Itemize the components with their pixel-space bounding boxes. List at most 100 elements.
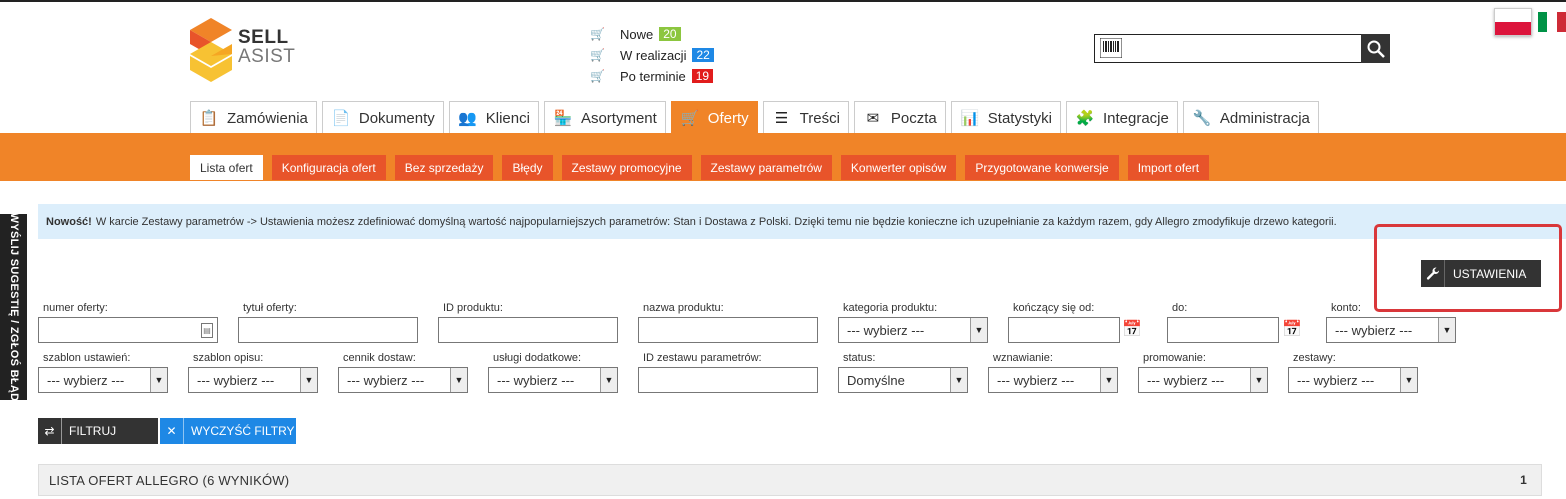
tab-label: Integracje <box>1102 109 1169 127</box>
barcode-icon[interactable]: ▤ <box>201 323 213 338</box>
orders-new[interactable]: 🛒 Nowe 20 <box>590 24 714 44</box>
search-input[interactable] <box>1125 35 1362 62</box>
settings-template-value: --- wybierz --- <box>47 372 125 388</box>
subtab-konfiguracja-ofert[interactable]: Konfiguracja ofert <box>271 155 386 180</box>
offer-number-input[interactable]: ▤ <box>38 317 218 343</box>
close-icon: ✕ <box>160 418 184 444</box>
description-template-select[interactable]: --- wybierz --- ▼ <box>188 367 318 393</box>
label-additional-services: usługi dodatkowe: <box>493 352 582 364</box>
settings-template-select[interactable]: --- wybierz --- ▼ <box>38 367 168 393</box>
page-number[interactable]: 1 <box>1520 473 1527 487</box>
info-text: W karcie Zestawy parametrów -> Ustawieni… <box>95 215 1337 228</box>
tab-klienci[interactable]: 👥 Klienci <box>448 101 539 134</box>
subtab-zestawy-parametrow[interactable]: Zestawy parametrów <box>700 155 832 180</box>
status-select[interactable]: Domyślne ▼ <box>838 367 968 393</box>
search-box <box>1094 34 1390 63</box>
feedback-tab[interactable]: WYŚLIJ SUGESTIĘ / ZGŁOŚ BŁĄD <box>0 213 27 401</box>
label-shipping-price-list: cennik dostaw: <box>343 352 416 364</box>
subtab-bledy[interactable]: Błędy <box>502 155 553 180</box>
chevron-down-icon: ▼ <box>1100 368 1117 392</box>
clipboard-icon: 📋 <box>199 110 219 127</box>
settings-button[interactable]: USTAWIENIA <box>1421 260 1541 287</box>
subtab-bez-sprzedazy[interactable]: Bez sprzedaży <box>394 155 494 180</box>
tab-statystyki[interactable]: 📊 Statystyki <box>950 101 1061 134</box>
status-select-value: Domyślne <box>847 372 905 388</box>
calendar-icon[interactable]: 📅 <box>1282 320 1302 340</box>
subtab-zestawy-promocyjne[interactable]: Zestawy promocyjne <box>561 155 692 180</box>
tab-administracja[interactable]: 🔧 Administracja <box>1182 101 1319 134</box>
tab-asortyment[interactable]: 🏪 Asortyment <box>543 101 666 134</box>
renewal-select[interactable]: --- wybierz --- ▼ <box>988 367 1118 393</box>
orders-in-progress[interactable]: 🛒 W realizacji 22 <box>590 45 714 65</box>
filter-button[interactable]: ⇄ FILTRUJ <box>38 418 158 444</box>
swap-arrows-icon: ⇄ <box>38 418 62 444</box>
orders-overdue-count: 19 <box>691 69 714 83</box>
ending-to-input[interactable] <box>1167 317 1279 343</box>
tab-label: Klienci <box>485 109 530 127</box>
tab-label: Administracja <box>1219 109 1310 127</box>
search-icon <box>1367 40 1385 58</box>
barcode-icon[interactable] <box>1099 37 1123 60</box>
tab-label: Asortyment <box>580 109 657 127</box>
additional-services-select[interactable]: --- wybierz --- ▼ <box>488 367 618 393</box>
tab-poczta[interactable]: ✉ Poczta <box>853 101 946 134</box>
promotion-select[interactable]: --- wybierz --- ▼ <box>1138 367 1268 393</box>
wrench-icon <box>1421 260 1445 287</box>
chevron-down-icon: ▼ <box>950 368 967 392</box>
info-strong: Nowość! <box>46 215 92 228</box>
label-product-name: nazwa produktu: <box>643 302 724 314</box>
cart-icon: 🛒 <box>680 110 700 127</box>
language-pl-flag[interactable] <box>1494 8 1532 36</box>
tab-tresci[interactable]: ☰ Treści <box>762 101 849 134</box>
settings-button-label: USTAWIENIA <box>1453 266 1527 281</box>
product-id-input[interactable] <box>438 317 618 343</box>
orders-summary: 🛒 Nowe 20 🛒 W realizacji 22 🛒 Po termini… <box>590 24 714 87</box>
offer-title-input[interactable] <box>238 317 418 343</box>
shipping-price-list-value: --- wybierz --- <box>347 372 425 388</box>
calendar-icon[interactable]: 📅 <box>1122 320 1142 340</box>
subtab-import-ofert[interactable]: Import ofert <box>1127 155 1210 180</box>
chevron-down-icon: ▼ <box>150 368 167 392</box>
chevron-down-icon: ▼ <box>300 368 317 392</box>
parameter-set-id-input[interactable] <box>638 367 818 393</box>
orders-in-progress-label: W realizacji <box>620 47 687 63</box>
language-it-flag[interactable] <box>1538 12 1566 32</box>
description-template-value: --- wybierz --- <box>197 372 275 388</box>
tab-label: Zamówienia <box>227 109 308 127</box>
subtab-konwerter-opisow[interactable]: Konwerter opisów <box>840 155 957 180</box>
label-category: kategoria produktu: <box>843 302 938 314</box>
offers-list-header: LISTA OFERT ALLEGRO (6 WYNIKÓW) 1 <box>38 464 1542 496</box>
logo[interactable]: SELL ASIST <box>188 18 308 82</box>
label-product-id: ID produktu: <box>443 302 503 314</box>
label-to: do: <box>1172 302 1188 314</box>
account-select[interactable]: --- wybierz --- ▼ <box>1326 317 1456 343</box>
additional-services-value: --- wybierz --- <box>497 372 575 388</box>
tab-integracje[interactable]: 🧩 Integracje <box>1065 101 1178 134</box>
category-select[interactable]: --- wybierz --- ▼ <box>838 317 988 343</box>
logo-text-asist: ASIST <box>238 46 296 67</box>
label-renewal: wznawianie: <box>993 352 1053 364</box>
cart-icon: 🛒 <box>590 69 605 83</box>
label-ending-from: kończący się od: <box>1013 302 1095 314</box>
subtab-lista-ofert[interactable]: Lista ofert <box>190 155 263 180</box>
orders-new-count: 20 <box>659 27 681 41</box>
product-name-input[interactable] <box>638 317 818 343</box>
search-button[interactable] <box>1361 34 1390 63</box>
subtab-przygotowane-konwersje[interactable]: Przygotowane konwersje <box>965 155 1119 180</box>
clear-filters-button[interactable]: ✕ WYCZYŚĆ FILTRY <box>160 418 296 444</box>
shipping-price-list-select[interactable]: --- wybierz --- ▼ <box>338 367 468 393</box>
users-icon: 👥 <box>458 110 478 127</box>
document-icon: 📄 <box>331 110 351 127</box>
sets-select-value: --- wybierz --- <box>1297 372 1375 388</box>
tab-label: Poczta <box>890 109 937 127</box>
tab-dokumenty[interactable]: 📄 Dokumenty <box>321 101 444 134</box>
sets-select[interactable]: --- wybierz --- ▼ <box>1288 367 1418 393</box>
label-description-template: szablon opisu: <box>193 352 264 364</box>
orders-overdue[interactable]: 🛒 Po terminie 19 <box>590 66 714 86</box>
cart-icon: 🛒 <box>590 48 605 62</box>
orders-in-progress-count: 22 <box>692 48 714 62</box>
tab-oferty[interactable]: 🛒 Oferty <box>670 101 758 134</box>
filter-button-label: FILTRUJ <box>69 424 117 438</box>
ending-from-input[interactable] <box>1008 317 1120 343</box>
tab-zamowienia[interactable]: 📋 Zamówienia <box>190 101 317 134</box>
